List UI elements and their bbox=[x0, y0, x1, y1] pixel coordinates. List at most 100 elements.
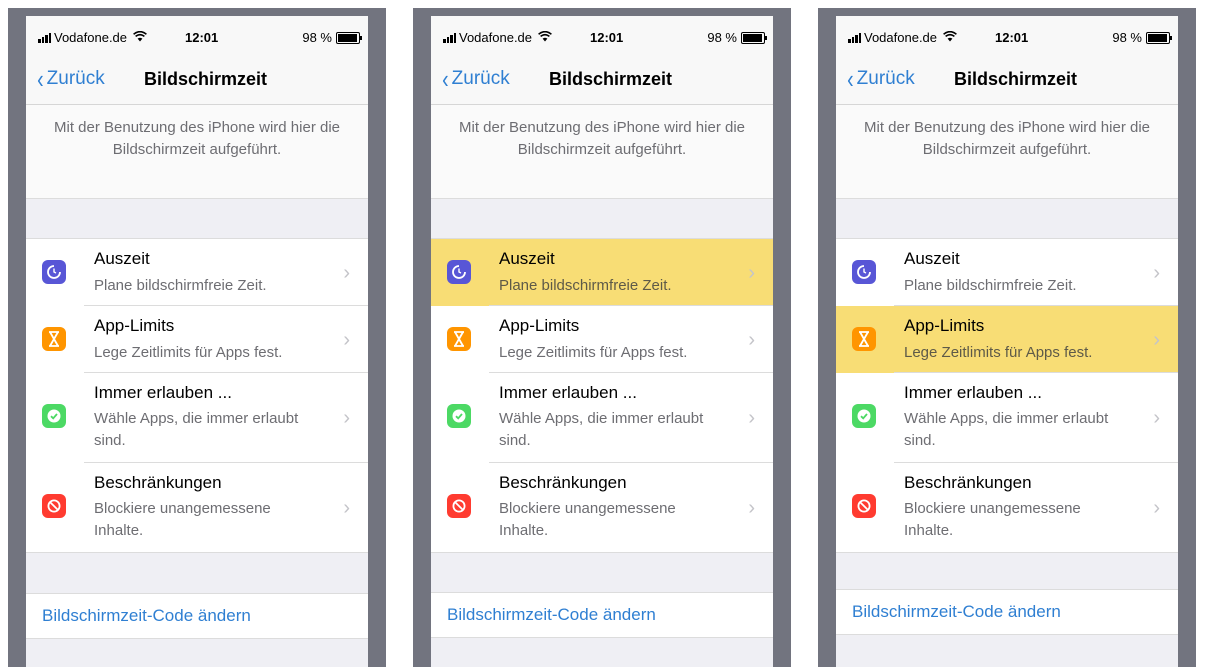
screen-panel-3: Vodafone.de 12:01 98 % ‹ Zurück Bildschi… bbox=[818, 8, 1196, 667]
item-subtitle: Blockiere unangemessene Inhalte. bbox=[904, 500, 1081, 539]
chevron-right-icon: › bbox=[343, 497, 350, 519]
item-subtitle: Wähle Apps, die immer erlaubt sind. bbox=[499, 410, 704, 449]
info-text: Mit der Benutzung des iPhone wird hier d… bbox=[26, 105, 368, 199]
list-item-app-limits[interactable]: App-Limits Lege Zeitlimits für Apps fest… bbox=[431, 306, 773, 373]
list-item-beschraenkungen[interactable]: Beschränkungen Blockiere unangemessene I… bbox=[431, 463, 773, 553]
settings-list: Auszeit Plane bildschirmfreie Zeit. › Ap… bbox=[836, 238, 1178, 553]
screen-panel-2: Vodafone.de 12:01 98 % ‹ Zurück Bildschi… bbox=[413, 8, 791, 667]
battery-icon bbox=[741, 31, 767, 44]
hourglass-icon bbox=[852, 327, 876, 351]
downtime-icon bbox=[852, 260, 876, 284]
battery-percent: 98 % bbox=[302, 30, 332, 45]
item-title: Beschränkungen bbox=[94, 473, 222, 492]
list-item-immer-erlauben[interactable]: Immer erlauben ... Wähle Apps, die immer… bbox=[836, 373, 1178, 463]
change-code-button[interactable]: Bildschirmzeit-Code ändern bbox=[431, 592, 773, 638]
phone-screen: Vodafone.de 12:01 98 % ‹ Zurück Bildschi… bbox=[836, 16, 1178, 667]
item-title: Immer erlauben ... bbox=[94, 383, 232, 402]
item-subtitle: Plane bildschirmfreie Zeit. bbox=[94, 277, 267, 294]
restriction-icon bbox=[42, 494, 66, 518]
back-label: Zurück bbox=[46, 68, 105, 89]
chevron-right-icon: › bbox=[343, 261, 350, 284]
downtime-icon bbox=[42, 260, 66, 284]
item-subtitle: Plane bildschirmfreie Zeit. bbox=[499, 277, 672, 294]
settings-list: Auszeit Plane bildschirmfreie Zeit. › Ap… bbox=[26, 238, 368, 553]
checkmark-badge-icon bbox=[42, 404, 66, 428]
back-button[interactable]: ‹ Zurück bbox=[441, 64, 510, 94]
item-title: App-Limits bbox=[904, 316, 985, 335]
list-item-app-limits[interactable]: App-Limits Lege Zeitlimits für Apps fest… bbox=[836, 306, 1178, 373]
checkmark-badge-icon bbox=[447, 404, 471, 428]
battery-percent: 98 % bbox=[1112, 30, 1142, 45]
list-item-auszeit[interactable]: Auszeit Plane bildschirmfreie Zeit. › bbox=[836, 238, 1178, 306]
carrier-label: Vodafone.de bbox=[864, 30, 938, 45]
page-title: Bildschirmzeit bbox=[144, 69, 268, 89]
back-label: Zurück bbox=[856, 68, 915, 89]
status-bar: Vodafone.de 12:01 98 % bbox=[431, 16, 773, 56]
chevron-right-icon: › bbox=[1153, 328, 1160, 351]
change-code-button[interactable]: Bildschirmzeit-Code ändern bbox=[26, 593, 368, 639]
status-bar: Vodafone.de 12:01 98 % bbox=[836, 16, 1178, 56]
item-subtitle: Lege Zeitlimits für Apps fest. bbox=[904, 344, 1093, 361]
status-time: 12:01 bbox=[995, 30, 1029, 45]
hourglass-icon bbox=[447, 327, 471, 351]
navigation-bar: ‹ Zurück Bildschirmzeit bbox=[431, 56, 773, 105]
wifi-icon bbox=[943, 30, 957, 45]
list-item-auszeit[interactable]: Auszeit Plane bildschirmfreie Zeit. › bbox=[431, 238, 773, 306]
chevron-left-icon: ‹ bbox=[442, 64, 449, 94]
item-title: Auszeit bbox=[499, 249, 555, 268]
chevron-right-icon: › bbox=[748, 328, 755, 351]
checkmark-badge-icon bbox=[852, 404, 876, 428]
info-text: Mit der Benutzung des iPhone wird hier d… bbox=[836, 105, 1178, 199]
item-subtitle: Plane bildschirmfreie Zeit. bbox=[904, 277, 1077, 294]
screen-panel-1: Vodafone.de 12:01 98 % ‹ Zurück Bildschi… bbox=[8, 8, 386, 667]
back-button[interactable]: ‹ Zurück bbox=[36, 64, 105, 94]
page-title: Bildschirmzeit bbox=[954, 69, 1078, 89]
wifi-icon bbox=[538, 30, 552, 45]
item-subtitle: Lege Zeitlimits für Apps fest. bbox=[94, 344, 283, 361]
signal-icon bbox=[848, 32, 861, 43]
signal-icon bbox=[38, 32, 51, 43]
list-item-beschraenkungen[interactable]: Beschränkungen Blockiere unangemessene I… bbox=[26, 463, 368, 553]
wifi-icon bbox=[133, 30, 147, 45]
carrier-label: Vodafone.de bbox=[54, 30, 128, 45]
item-subtitle: Blockiere unangemessene Inhalte. bbox=[499, 500, 676, 539]
item-title: Immer erlauben ... bbox=[499, 383, 637, 402]
hourglass-icon bbox=[42, 327, 66, 351]
chevron-right-icon: › bbox=[343, 407, 350, 429]
restriction-icon bbox=[447, 494, 471, 518]
settings-list: Auszeit Plane bildschirmfreie Zeit. › Ap… bbox=[431, 238, 773, 553]
status-bar: Vodafone.de 12:01 98 % bbox=[26, 16, 368, 56]
battery-percent: 98 % bbox=[707, 30, 737, 45]
carrier-label: Vodafone.de bbox=[459, 30, 533, 45]
navigation-bar: ‹ Zurück Bildschirmzeit bbox=[836, 56, 1178, 105]
chevron-right-icon: › bbox=[748, 497, 755, 519]
list-item-immer-erlauben[interactable]: Immer erlauben ... Wähle Apps, die immer… bbox=[431, 373, 773, 463]
chevron-right-icon: › bbox=[748, 407, 755, 429]
item-subtitle: Wähle Apps, die immer erlaubt sind. bbox=[904, 410, 1109, 449]
battery-icon bbox=[336, 31, 362, 44]
screenshot-collage: Vodafone.de 12:01 98 % ‹ Zurück Bildschi… bbox=[0, 0, 1206, 667]
list-item-immer-erlauben[interactable]: Immer erlauben ... Wähle Apps, die immer… bbox=[26, 373, 368, 463]
chevron-left-icon: ‹ bbox=[37, 64, 44, 94]
restriction-icon bbox=[852, 494, 876, 518]
downtime-icon bbox=[447, 260, 471, 284]
status-time: 12:01 bbox=[590, 30, 624, 45]
list-item-auszeit[interactable]: Auszeit Plane bildschirmfreie Zeit. › bbox=[26, 238, 368, 306]
list-item-beschraenkungen[interactable]: Beschränkungen Blockiere unangemessene I… bbox=[836, 463, 1178, 553]
item-subtitle: Wähle Apps, die immer erlaubt sind. bbox=[94, 410, 299, 449]
chevron-right-icon: › bbox=[1153, 407, 1160, 429]
item-title: Beschränkungen bbox=[904, 473, 1032, 492]
navigation-bar: ‹ Zurück Bildschirmzeit bbox=[26, 56, 368, 105]
back-button[interactable]: ‹ Zurück bbox=[846, 66, 915, 92]
item-title: App-Limits bbox=[94, 316, 175, 335]
phone-screen: Vodafone.de 12:01 98 % ‹ Zurück Bildschi… bbox=[26, 16, 368, 667]
item-subtitle: Blockiere unangemessene Inhalte. bbox=[94, 500, 271, 539]
info-text: Mit der Benutzung des iPhone wird hier d… bbox=[431, 105, 773, 199]
change-code-button[interactable]: Bildschirmzeit-Code ändern bbox=[836, 589, 1178, 635]
list-item-app-limits[interactable]: App-Limits Lege Zeitlimits für Apps fest… bbox=[26, 306, 368, 373]
item-title: Beschränkungen bbox=[499, 473, 627, 492]
status-time: 12:01 bbox=[185, 30, 219, 45]
battery-icon bbox=[1146, 31, 1172, 44]
item-title: Auszeit bbox=[904, 249, 960, 268]
chevron-right-icon: › bbox=[1153, 497, 1160, 519]
